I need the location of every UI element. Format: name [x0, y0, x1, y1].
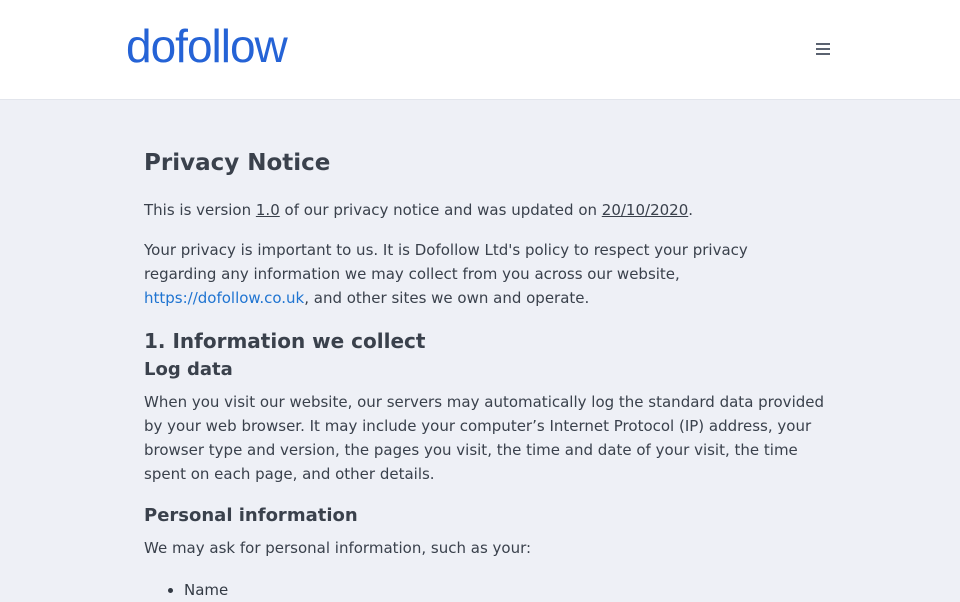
updated-date: 20/10/2020 — [601, 201, 689, 219]
log-data-paragraph: When you visit our website, our servers … — [144, 393, 825, 483]
site-header: dofollow — [0, 0, 960, 100]
intro-paragraph: Your privacy is important to us. It is D… — [144, 238, 824, 310]
logo-icon: dofollow — [126, 20, 290, 72]
version-paragraph: This is version 1.0 of our privacy notic… — [144, 198, 824, 222]
menu-line — [816, 48, 830, 50]
version-middle: of our privacy notice and was updated on — [279, 201, 602, 219]
page-title: Privacy Notice — [144, 150, 331, 176]
personal-info-list: Name — [144, 578, 824, 602]
dofollow-logo[interactable]: dofollow — [126, 18, 306, 78]
intro-prefix: Your privacy is important to us. It is D… — [144, 241, 748, 283]
subheading-personal-information: Personal information — [144, 505, 358, 526]
main-content: Privacy Notice This is version 1.0 of ou… — [144, 146, 824, 602]
menu-line — [816, 53, 830, 55]
version-suffix: . — [688, 201, 694, 219]
website-link[interactable]: https://dofollow.co.uk — [144, 289, 304, 307]
version-prefix: This is version — [144, 201, 256, 219]
hamburger-menu-icon[interactable] — [810, 34, 836, 64]
version-number: 1.0 — [255, 201, 280, 219]
section-heading-information: 1. Information we collect — [144, 329, 426, 353]
list-item: Name — [184, 578, 824, 602]
intro-suffix: , and other sites we own and operate. — [304, 289, 590, 307]
logo-text: dofollow — [126, 20, 289, 72]
personal-info-paragraph: We may ask for personal information, suc… — [144, 539, 532, 557]
subheading-log-data: Log data — [144, 359, 233, 380]
menu-line — [816, 43, 830, 45]
